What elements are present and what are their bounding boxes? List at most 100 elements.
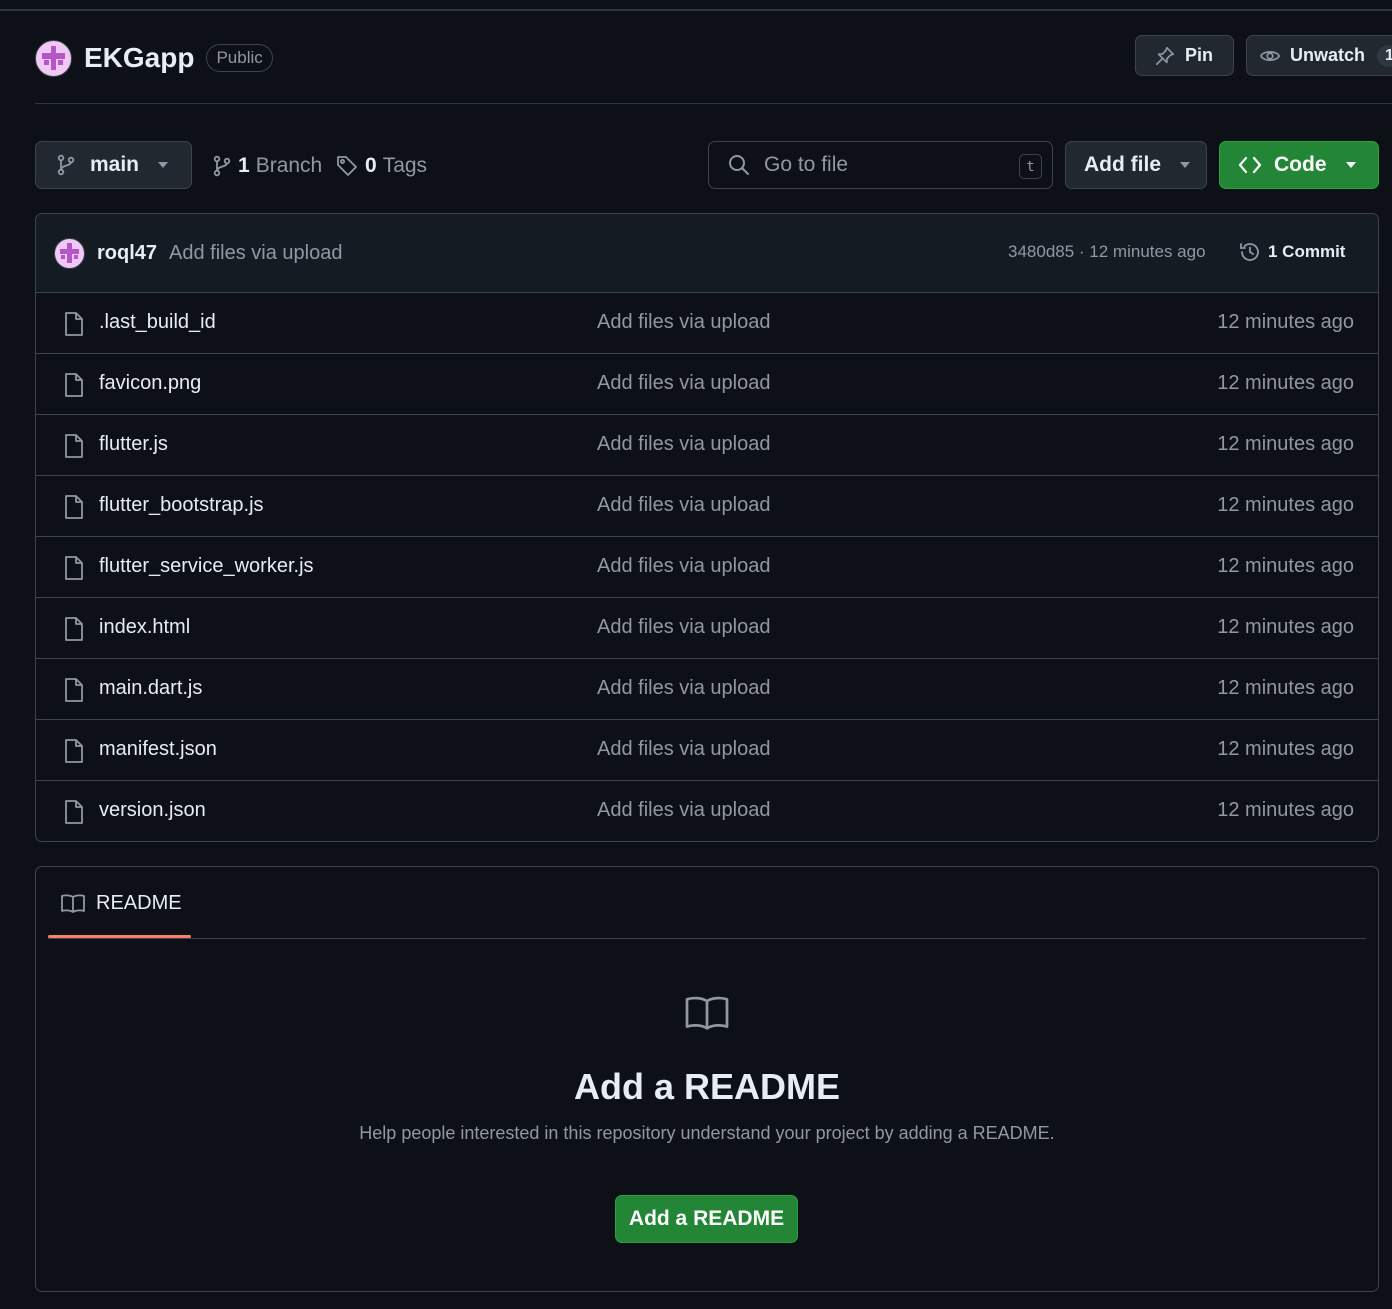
visibility-badge: Public xyxy=(206,44,273,72)
readme-empty-title: Add a README xyxy=(573,1066,840,1107)
top-divider xyxy=(0,9,1392,11)
file-name-link[interactable]: flutter.js xyxy=(99,433,168,456)
file-icon xyxy=(63,738,85,769)
watch-counter: 1 xyxy=(1377,44,1392,67)
commit-author[interactable]: roql47 xyxy=(97,242,157,265)
unwatch-label: Unwatch xyxy=(1290,45,1366,65)
code-icon xyxy=(1238,156,1262,174)
code-label: Code xyxy=(1274,153,1327,176)
file-icon xyxy=(63,494,85,525)
code-button[interactable]: Code xyxy=(1219,141,1379,189)
git-branch-icon xyxy=(57,154,75,176)
file-commit-message[interactable]: Add files via upload xyxy=(597,433,770,456)
file-row: main.dart.js Add files via upload 12 minut… xyxy=(36,659,1378,720)
file-name-link[interactable]: manifest.json xyxy=(99,738,217,761)
file-row: .last_build_id Add files via upload 12 min… xyxy=(36,293,1378,354)
file-commit-time: 12 minutes ago xyxy=(1217,799,1354,821)
readme-panel: README Add a README Help people interest… xyxy=(35,866,1379,1292)
triangle-down-icon xyxy=(1180,162,1190,168)
author-avatar[interactable] xyxy=(54,237,85,269)
file-row: version.json Add files via upload 12 minut… xyxy=(36,781,1378,841)
file-name-link[interactable]: flutter_service_worker.js xyxy=(99,555,314,578)
tab-divider xyxy=(48,938,1366,939)
file-name-link[interactable]: .last_build_id xyxy=(99,311,216,334)
pin-button[interactable]: Pin xyxy=(1135,35,1234,76)
file-icon xyxy=(63,311,85,342)
branches-label: Branch xyxy=(255,154,323,177)
file-icon xyxy=(63,433,85,464)
file-row: index.html Add files via upload 12 minutes… xyxy=(36,598,1378,659)
readme-empty-description: Help people interested in this repositor… xyxy=(359,1123,1055,1143)
commit-hash-time[interactable]: 3480d85 · 12 minutes ago xyxy=(1008,242,1206,262)
file-commit-time: 12 minutes ago xyxy=(1217,738,1354,760)
go-to-file-input[interactable]: Go to file t xyxy=(708,141,1053,189)
add-readme-button[interactable]: Add a README xyxy=(615,1195,798,1243)
file-row: flutter.js Add files via upload 12 minutes… xyxy=(36,415,1378,476)
file-commit-message[interactable]: Add files via upload xyxy=(597,311,770,334)
search-placeholder: Go to file xyxy=(764,153,849,176)
file-name-link[interactable]: version.json xyxy=(99,799,206,822)
file-list: .last_build_id Add files via upload 12 min… xyxy=(36,293,1378,841)
file-commit-time: 12 minutes ago xyxy=(1217,677,1354,699)
tab-readme[interactable]: README xyxy=(48,867,191,939)
header-divider xyxy=(35,103,1392,104)
file-commit-time: 12 minutes ago xyxy=(1217,616,1354,638)
tags-label: Tags xyxy=(382,154,428,177)
search-icon xyxy=(729,155,749,175)
file-commit-time: 12 minutes ago xyxy=(1217,555,1354,577)
triangle-down-icon xyxy=(158,162,169,168)
file-commit-message[interactable]: Add files via upload xyxy=(597,494,770,517)
tags-link[interactable]: 0 Tags xyxy=(335,151,427,181)
file-commit-message[interactable]: Add files via upload xyxy=(597,799,770,822)
file-icon xyxy=(63,372,85,403)
commits-link[interactable]: 1 Commit xyxy=(1238,240,1345,264)
branch-name: main xyxy=(90,153,140,176)
file-commit-time: 12 minutes ago xyxy=(1217,433,1354,455)
file-commit-message[interactable]: Add files via upload xyxy=(597,738,770,761)
file-name-link[interactable]: flutter_bootstrap.js xyxy=(99,494,264,517)
file-commit-message[interactable]: Add files via upload xyxy=(597,372,770,395)
branches-count: 1 xyxy=(238,154,250,177)
git-branch-icon xyxy=(213,155,231,177)
branches-link[interactable]: 1 Branch xyxy=(212,151,322,181)
book-icon xyxy=(61,894,85,913)
file-icon xyxy=(63,555,85,586)
file-commit-message[interactable]: Add files via upload xyxy=(597,555,770,578)
unwatch-button[interactable]: Unwatch 1 xyxy=(1246,35,1392,76)
eye-icon xyxy=(1259,50,1281,61)
file-commit-time: 12 minutes ago xyxy=(1217,311,1354,333)
file-table: roql47 Add files via upload 3480d85 · 12… xyxy=(35,213,1379,842)
repo-header: EKGapp Public xyxy=(35,38,273,78)
file-row: flutter_service_worker.js Add files via u… xyxy=(36,537,1378,598)
file-row: favicon.png Add files via upload 12 minute… xyxy=(36,354,1378,415)
file-commit-message[interactable]: Add files via upload xyxy=(597,616,770,639)
readme-tab-label: README xyxy=(96,891,182,914)
file-icon xyxy=(63,616,85,647)
history-icon xyxy=(1240,243,1259,261)
shortcut-key: t xyxy=(1019,154,1042,179)
add-file-button[interactable]: Add file xyxy=(1065,141,1207,189)
branch-selector[interactable]: main xyxy=(35,141,192,189)
file-commit-time: 12 minutes ago xyxy=(1217,372,1354,394)
owner-avatar[interactable] xyxy=(35,39,72,77)
file-name-link[interactable]: index.html xyxy=(99,616,190,639)
add-file-label: Add file xyxy=(1084,153,1161,176)
triangle-down-icon xyxy=(1345,162,1356,168)
tags-count: 0 xyxy=(365,154,377,177)
commit-message[interactable]: Add files via upload xyxy=(169,242,342,265)
file-row: manifest.json Add files via upload 12 minu… xyxy=(36,720,1378,781)
file-commit-message[interactable]: Add files via upload xyxy=(597,677,770,700)
latest-commit-bar: roql47 Add files via upload 3480d85 · 12… xyxy=(36,214,1378,293)
book-icon xyxy=(685,996,729,1030)
pin-icon xyxy=(1155,46,1175,65)
pin-label: Pin xyxy=(1185,45,1214,65)
file-name-link[interactable]: favicon.png xyxy=(99,372,201,395)
repo-name[interactable]: EKGapp xyxy=(84,42,194,74)
file-commit-time: 12 minutes ago xyxy=(1217,494,1354,516)
file-row: flutter_bootstrap.js Add files via upload… xyxy=(36,476,1378,537)
file-icon xyxy=(63,799,85,830)
tag-icon xyxy=(337,156,357,176)
commit-count-label: 1 Commit xyxy=(1268,242,1346,261)
file-icon xyxy=(63,677,85,708)
file-name-link[interactable]: main.dart.js xyxy=(99,677,202,700)
